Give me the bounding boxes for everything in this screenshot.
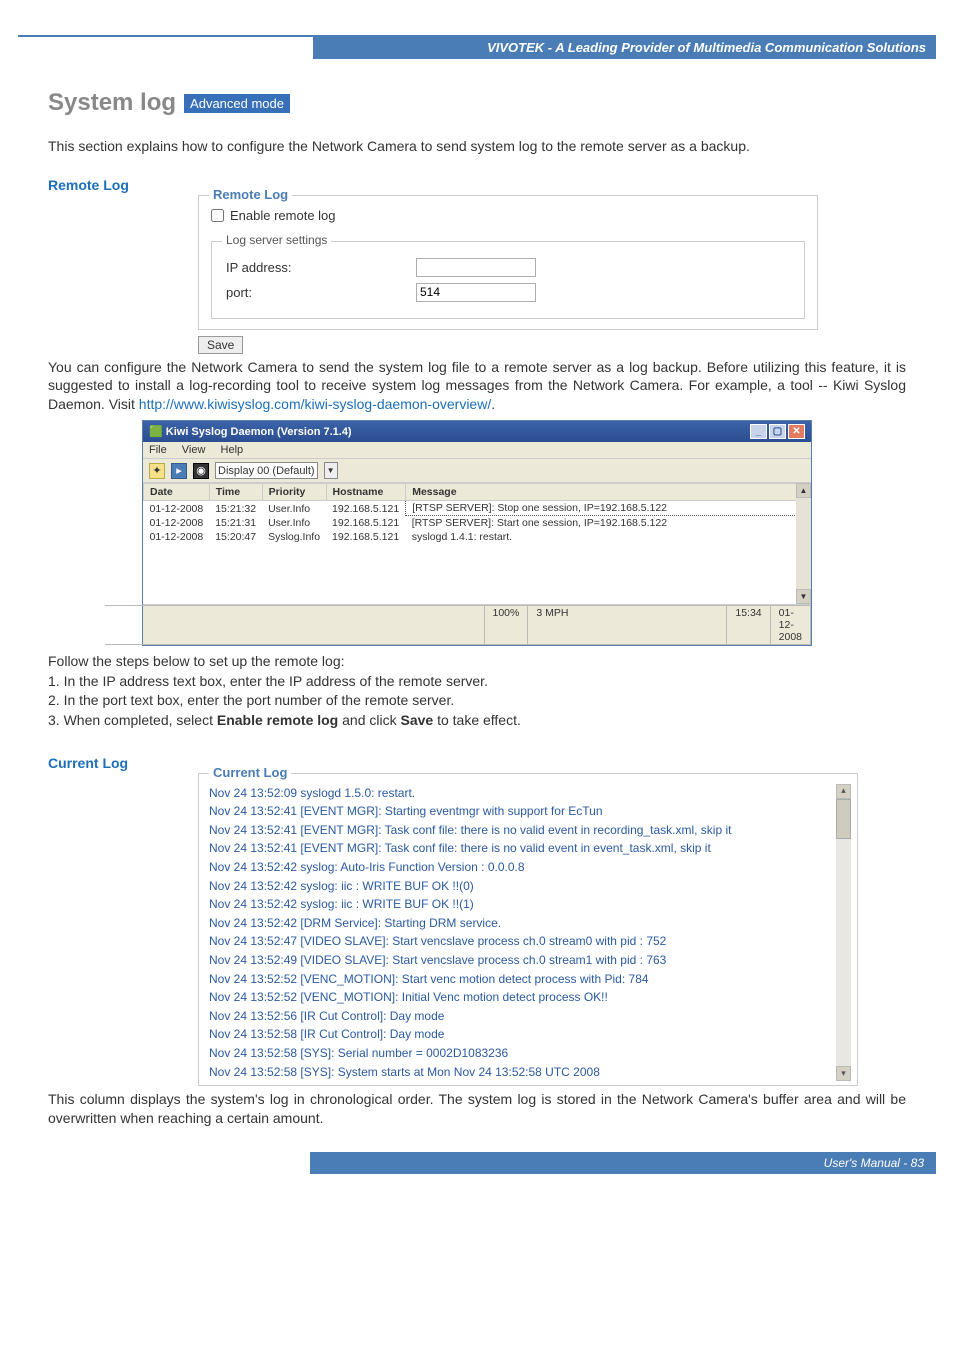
col-hostname[interactable]: Hostname [326, 484, 406, 501]
scroll-down-icon[interactable]: ▼ [796, 589, 811, 604]
table-row: 01-12-200815:21:32User.Info192.168.5.121… [144, 501, 811, 516]
port-label: port: [226, 285, 416, 300]
close-icon[interactable]: ✕ [788, 424, 805, 439]
col-priority[interactable]: Priority [262, 484, 326, 501]
menu-file[interactable]: File [149, 444, 167, 456]
step-3: 3. When completed, select Enable remote … [48, 711, 906, 731]
scroll-down-icon[interactable]: ▾ [836, 1066, 851, 1081]
remote-log-panel: Remote Log Enable remote log Log server … [198, 195, 818, 330]
menu-view[interactable]: View [182, 444, 206, 456]
log-server-settings-legend: Log server settings [222, 233, 331, 247]
maximize-icon[interactable]: ▢ [769, 424, 786, 439]
col-message[interactable]: Message [406, 484, 811, 501]
kiwi-window-title: 🟩 Kiwi Syslog Daemon (Version 7.1.4) [149, 425, 352, 438]
log-line: Nov 24 13:52:42 [DRM Service]: Starting … [209, 914, 833, 933]
step-1: 1. In the IP address text box, enter the… [48, 672, 906, 692]
status-date: 01-12-2008 [770, 605, 811, 645]
remote-log-legend: Remote Log [209, 187, 292, 202]
log-line: Nov 24 13:52:58 [SYS]: System starts at … [209, 1063, 833, 1082]
status-time: 15:34 [726, 605, 770, 645]
log-line: Nov 24 13:52:42 syslog: iic : WRITE BUF … [209, 877, 833, 896]
kiwi-scrollbar[interactable]: ▲ ▼ [796, 483, 811, 604]
ip-address-label: IP address: [226, 260, 416, 275]
current-log-body: Nov 24 13:52:09 syslogd 1.5.0: restart.N… [209, 784, 851, 1082]
log-line: Nov 24 13:52:41 [EVENT MGR]: Task conf f… [209, 821, 833, 840]
current-log-heading: Current Log [48, 755, 906, 771]
kiwi-menu-bar: File View Help [143, 442, 811, 459]
table-row: 01-12-200815:20:47Syslog.Info192.168.5.1… [144, 530, 811, 544]
menu-help[interactable]: Help [221, 444, 244, 456]
step-2: 2. In the port text box, enter the port … [48, 691, 906, 711]
kiwi-status-bar: 100% 3 MPH 15:34 01-12-2008 [143, 604, 811, 645]
status-mph: 3 MPH [527, 605, 727, 645]
save-button[interactable]: Save [198, 336, 243, 354]
chevron-down-icon[interactable]: ▼ [324, 462, 338, 479]
current-log-panel: Current Log Nov 24 13:52:09 syslogd 1.5.… [198, 773, 858, 1087]
kiwi-window: 🟩 Kiwi Syslog Daemon (Version 7.1.4) _ ▢… [142, 420, 812, 646]
log-line: Nov 24 13:52:58 [IR Cut Control]: Day mo… [209, 1025, 833, 1044]
scroll-up-icon[interactable]: ▴ [836, 784, 851, 799]
display-select[interactable]: Display 00 (Default) [215, 462, 318, 479]
enable-remote-log-label: Enable remote log [230, 208, 336, 223]
log-line: Nov 24 13:52:58 [SYS]: Serial number = 0… [209, 1044, 833, 1063]
port-input[interactable] [416, 283, 536, 302]
header-brand: VIVOTEK - A Leading Provider of Multimed… [313, 36, 936, 59]
page-title: System log [48, 89, 176, 117]
kiwi-toolbar: ✦ ▸ ◉ Display 00 (Default) ▼ [143, 459, 811, 483]
steps-list: Follow the steps below to set up the rem… [48, 652, 906, 730]
log-line: Nov 24 13:52:52 [VENC_MOTION]: Initial V… [209, 988, 833, 1007]
remote-log-heading: Remote Log [48, 177, 906, 193]
log-line: Nov 24 13:52:49 [VIDEO SLAVE]: Start ven… [209, 951, 833, 970]
log-line: Nov 24 13:52:56 [IR Cut Control]: Day mo… [209, 1007, 833, 1026]
log-line: Nov 24 13:52:09 syslogd 1.5.0: restart. [209, 784, 833, 803]
log-line: Nov 24 13:52:42 syslog: Auto-Iris Functi… [209, 858, 833, 877]
toolbar-icon-2[interactable]: ▸ [171, 463, 187, 479]
scroll-up-icon[interactable]: ▲ [796, 483, 811, 498]
col-time[interactable]: Time [209, 484, 262, 501]
log-line: Nov 24 13:52:41 [EVENT MGR]: Starting ev… [209, 802, 833, 821]
log-line: Nov 24 13:52:42 syslog: iic : WRITE BUF … [209, 895, 833, 914]
status-pct: 100% [484, 605, 529, 645]
scroll-thumb[interactable] [836, 799, 851, 839]
enable-remote-log-checkbox[interactable] [211, 209, 224, 222]
current-log-description: This column displays the system's log in… [48, 1090, 906, 1128]
kiwi-link[interactable]: http://www.kiwisyslog.com/kiwi-syslog-da… [139, 396, 491, 412]
intro-paragraph: This section explains how to configure t… [48, 137, 906, 157]
kiwi-log-table: Date Time Priority Hostname Message 01-1… [143, 483, 811, 544]
col-date[interactable]: Date [144, 484, 210, 501]
remote-log-description: You can configure the Network Camera to … [48, 358, 906, 415]
current-log-scrollbar[interactable]: ▴ ▾ [836, 784, 851, 1082]
toolbar-icon-3[interactable]: ◉ [193, 463, 209, 479]
toolbar-icon-1[interactable]: ✦ [149, 463, 165, 479]
steps-lead: Follow the steps below to set up the rem… [48, 652, 906, 672]
current-log-legend: Current Log [209, 765, 291, 780]
log-line: Nov 24 13:52:41 [EVENT MGR]: Task conf f… [209, 839, 833, 858]
minimize-icon[interactable]: _ [750, 424, 767, 439]
advanced-mode-badge: Advanced mode [184, 94, 290, 113]
log-line: Nov 24 13:52:52 [VENC_MOTION]: Start ven… [209, 970, 833, 989]
log-server-settings-panel: Log server settings IP address: port: [211, 241, 805, 319]
table-row: 01-12-200815:21:31User.Info192.168.5.121… [144, 516, 811, 531]
ip-address-input[interactable] [416, 258, 536, 277]
log-line: Nov 24 13:52:47 [VIDEO SLAVE]: Start ven… [209, 932, 833, 951]
page-footer: User's Manual - 83 [310, 1152, 936, 1174]
